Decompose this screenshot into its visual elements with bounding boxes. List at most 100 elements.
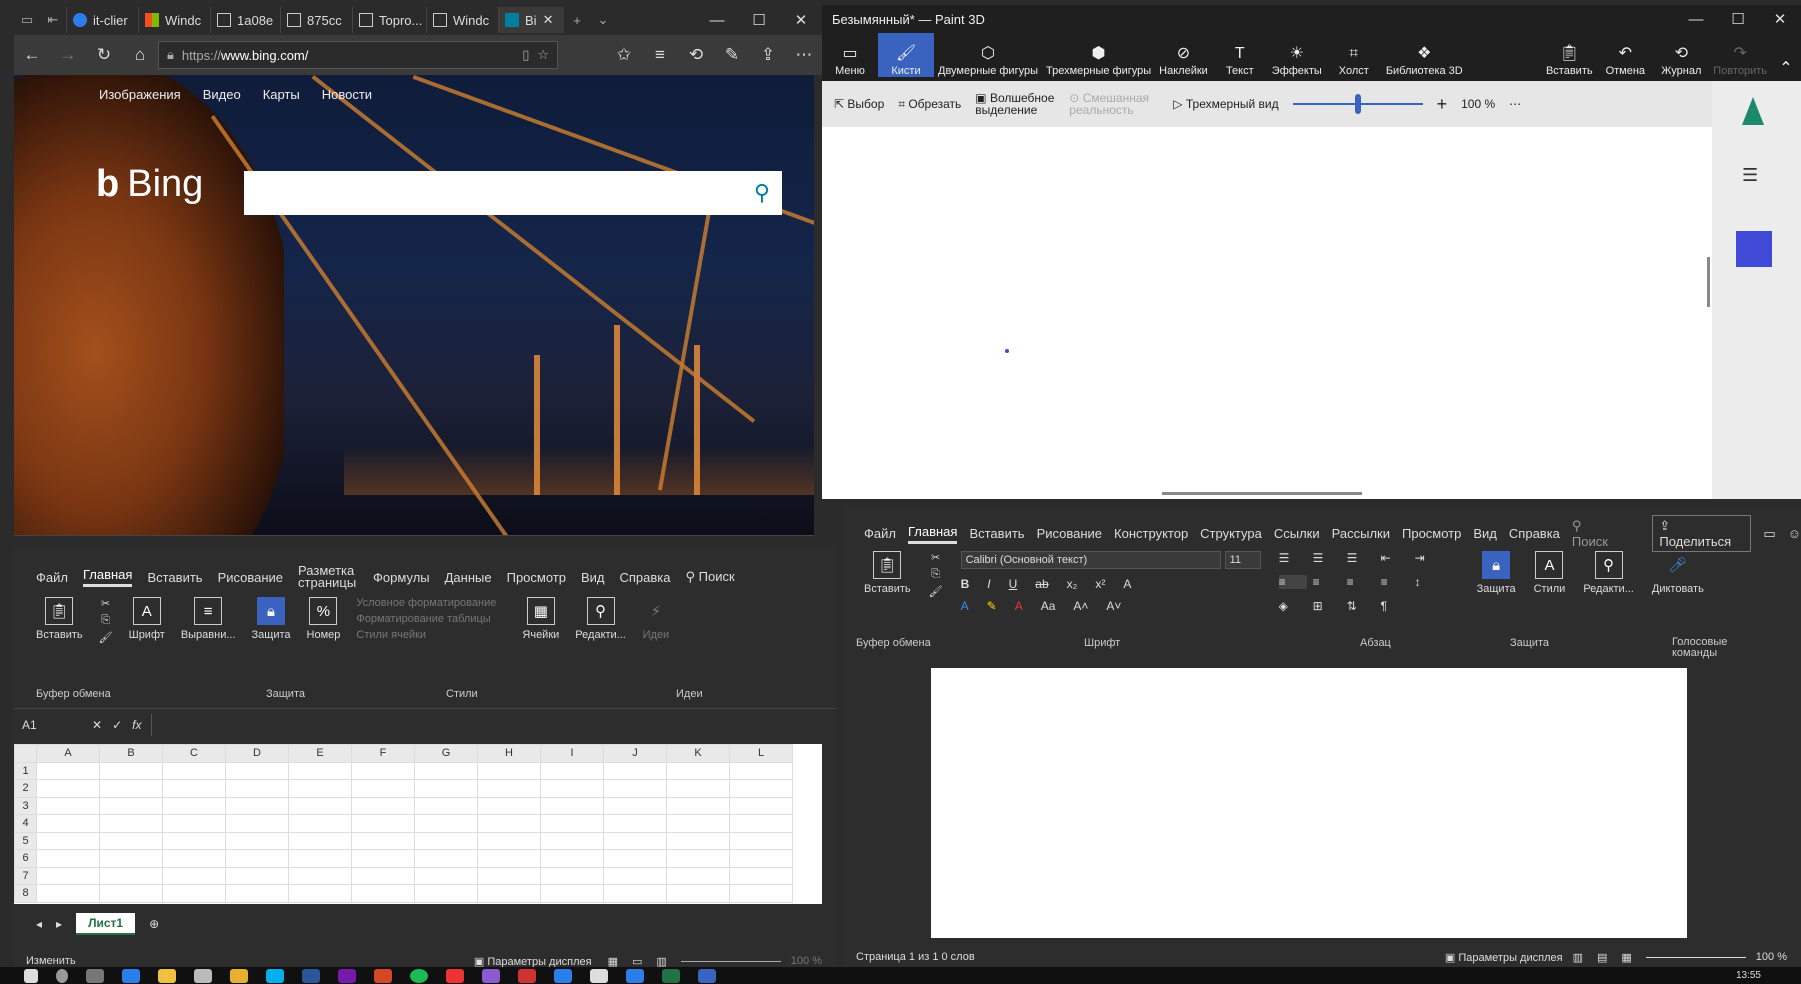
copy-icon[interactable]: ⎘	[931, 568, 940, 581]
onenote-app-icon[interactable]	[338, 968, 356, 983]
cell[interactable]	[288, 779, 352, 798]
marker-icon[interactable]	[1742, 97, 1764, 125]
tab-formulas[interactable]: Формулы	[373, 570, 430, 585]
app-icon[interactable]	[446, 968, 464, 983]
prev-sheet-icon[interactable]: ◂	[36, 917, 42, 931]
cut-icon[interactable]: ✂	[101, 597, 110, 610]
shading-icon[interactable]: ◈	[1279, 599, 1307, 613]
cell[interactable]	[414, 814, 478, 833]
canvas-vscroll[interactable]	[1707, 257, 1710, 307]
numbering-icon[interactable]: ☰	[1313, 551, 1341, 565]
row-header[interactable]: 7	[14, 866, 37, 885]
share-icon[interactable]: ⇪	[750, 45, 786, 65]
excel-app-icon[interactable]	[662, 968, 680, 983]
cell[interactable]	[477, 796, 541, 815]
cancel-icon[interactable]: ✕	[92, 718, 102, 732]
search-icon[interactable]: ⚲	[754, 180, 770, 206]
cell[interactable]	[414, 761, 478, 780]
cell[interactable]	[414, 779, 478, 798]
cell[interactable]	[225, 849, 289, 868]
tab-file[interactable]: Файл	[864, 526, 896, 541]
cell[interactable]	[477, 884, 541, 903]
column-header[interactable]: E	[288, 744, 352, 763]
cell[interactable]	[36, 849, 100, 868]
redo-button[interactable]: ↷ Повторить	[1709, 33, 1771, 77]
cell[interactable]	[162, 849, 226, 868]
settings-icon[interactable]: ☰	[1742, 165, 1758, 186]
cell-styles[interactable]: Стили ячейки	[356, 629, 426, 641]
paste-button[interactable]: 📋︎ Вставить	[36, 597, 83, 641]
superscript-icon[interactable]: x²	[1095, 577, 1105, 591]
bing-logo[interactable]: b Bing	[96, 163, 203, 206]
cell[interactable]	[36, 814, 100, 833]
editing-button[interactable]: ⚲ Редакти...	[1583, 551, 1634, 595]
tab-file[interactable]: Файл	[36, 570, 68, 585]
zoom-slider[interactable]	[680, 960, 781, 962]
app-icon[interactable]	[518, 968, 536, 983]
tab-help[interactable]: Справка	[620, 570, 671, 585]
underline-icon[interactable]: U	[1009, 577, 1018, 591]
line-spacing-icon[interactable]: ↕	[1415, 575, 1443, 589]
row-header[interactable]: 8	[14, 884, 37, 903]
nav-video[interactable]: Видео	[203, 87, 241, 102]
history-icon[interactable]: ⟲	[678, 45, 714, 65]
cell[interactable]	[540, 831, 604, 850]
cell[interactable]	[225, 761, 289, 780]
cell[interactable]	[729, 779, 793, 798]
cell[interactable]	[729, 884, 793, 903]
url-input[interactable]: 🔒︎ https://www.bing.com/ ▯ ☆	[158, 41, 558, 69]
cell[interactable]	[414, 849, 478, 868]
tab-aside-icon[interactable]: ⇤	[40, 12, 66, 28]
menu-button[interactable]: ▭ Меню	[822, 33, 878, 77]
cell[interactable]	[351, 831, 415, 850]
row-header[interactable]: 5	[14, 831, 37, 850]
forward-icon[interactable]: →	[50, 45, 86, 65]
editing-button[interactable]: ⚲ Редакти...	[575, 597, 626, 641]
bullets-icon[interactable]: ☰	[1279, 551, 1307, 565]
cell[interactable]	[288, 849, 352, 868]
cell[interactable]	[36, 779, 100, 798]
cell[interactable]	[477, 849, 541, 868]
cell[interactable]	[603, 849, 667, 868]
canvas-hscroll[interactable]	[1162, 492, 1362, 495]
cell[interactable]	[288, 814, 352, 833]
cell[interactable]	[729, 814, 793, 833]
zoom-in-icon[interactable]: +	[1437, 94, 1448, 115]
cell[interactable]	[99, 831, 163, 850]
cell[interactable]	[540, 849, 604, 868]
tab-home[interactable]: Главная	[82, 567, 133, 587]
cell[interactable]	[603, 866, 667, 885]
increase-indent-icon[interactable]: ⇥	[1415, 551, 1443, 565]
cell[interactable]	[540, 761, 604, 780]
multilevel-icon[interactable]: ☰	[1347, 551, 1375, 565]
text-effects-icon[interactable]: A	[961, 599, 969, 613]
brushes-button[interactable]: 🖌︎ Кисти	[878, 33, 934, 77]
cell[interactable]	[477, 831, 541, 850]
favorites-icon[interactable]: ✩	[606, 45, 642, 65]
cell[interactable]	[729, 761, 793, 780]
magic-select-button[interactable]: ▣ Волшебное выделение	[975, 92, 1055, 116]
view-normal-icon[interactable]: ▦	[608, 955, 618, 968]
edge-app-icon[interactable]	[122, 968, 140, 983]
confirm-icon[interactable]: ✓	[112, 718, 122, 732]
cell[interactable]	[99, 779, 163, 798]
column-header[interactable]: K	[666, 744, 730, 763]
home-icon[interactable]: ⌂	[122, 45, 158, 65]
cell[interactable]	[666, 831, 730, 850]
skype-app-icon[interactable]	[266, 968, 284, 983]
print-layout-icon[interactable]: ▤	[1597, 951, 1607, 964]
pen-icon[interactable]: ✎	[714, 45, 750, 65]
search-icon[interactable]	[56, 968, 68, 983]
row-header[interactable]: 2	[14, 779, 37, 798]
cell[interactable]	[225, 779, 289, 798]
tab-references[interactable]: Ссылки	[1274, 526, 1320, 541]
column-header[interactable]: B	[99, 744, 163, 763]
cell[interactable]	[36, 884, 100, 903]
tab-help[interactable]: Справка	[1509, 526, 1560, 541]
cell[interactable]	[414, 796, 478, 815]
font-color-icon[interactable]: A	[1015, 599, 1023, 613]
column-header[interactable]: D	[225, 744, 289, 763]
folder-app-icon[interactable]	[230, 968, 248, 983]
cell[interactable]	[351, 779, 415, 798]
cell[interactable]	[225, 796, 289, 815]
